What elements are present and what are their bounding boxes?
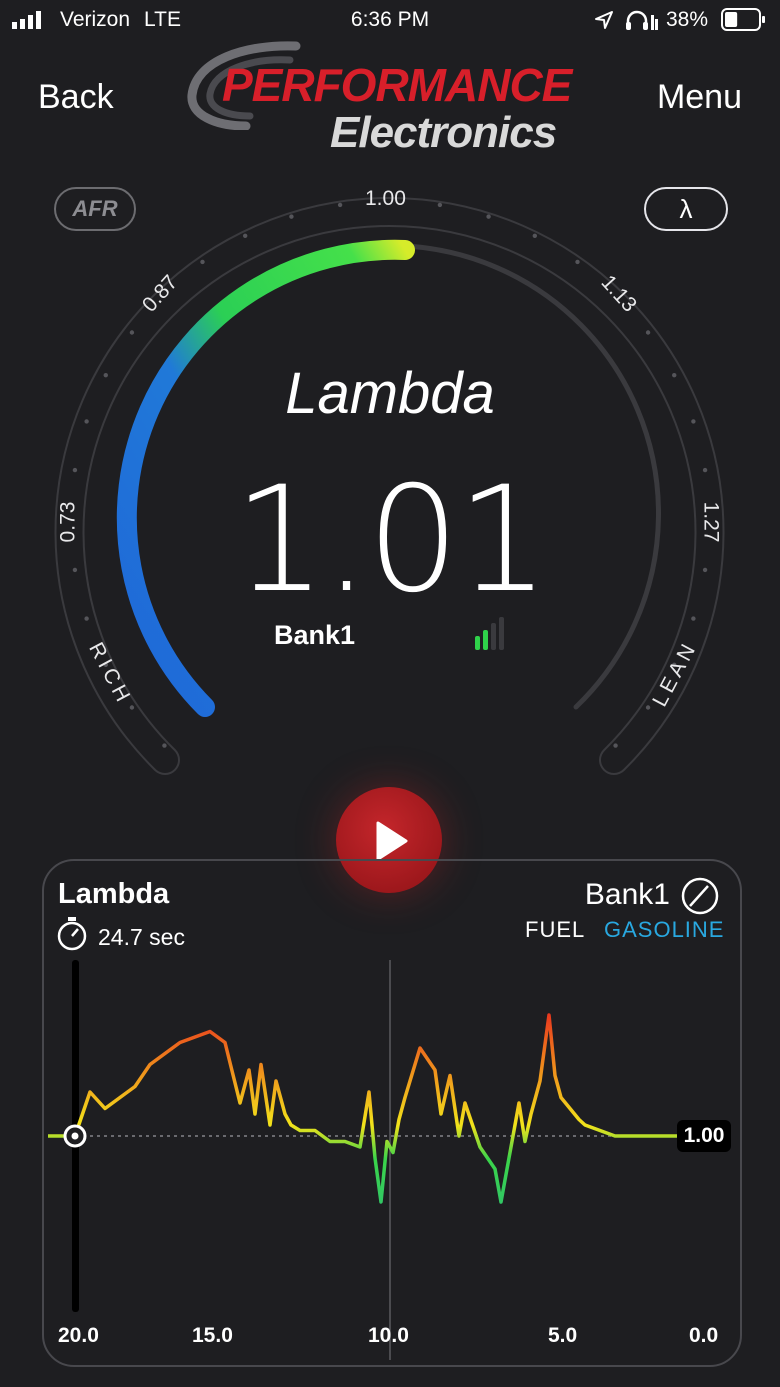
chart-duration: 24.7 sec (98, 924, 185, 950)
lambda-history-chart (48, 960, 680, 1360)
gauge-scale-top: 1.00 (365, 187, 406, 210)
gauge-tick-dot (337, 202, 343, 208)
headphones-icon (626, 10, 658, 30)
gauge-tick-dot (129, 705, 135, 710)
fuel-type-value: GASOLINE (604, 917, 725, 942)
clock: 6:36 PM (350, 8, 430, 31)
x-tick-label: 20.0 (58, 1324, 99, 1347)
gauge-tick-dot (486, 214, 491, 219)
x-tick-label: 0.0 (689, 1324, 719, 1347)
gauge-tick-dot (129, 330, 135, 335)
battery-icon (721, 8, 765, 31)
gauge-tick-dot (645, 330, 651, 335)
fuel-label: FUEL (525, 917, 586, 942)
chart-bank-label: Bank1 (584, 878, 670, 911)
chart-series (48, 1013, 680, 1204)
logo-top-text: PERFORMANCE (222, 59, 572, 111)
gauge-tick-dot (613, 743, 618, 748)
logo-bottom-text: Electronics (330, 108, 557, 157)
gauge-tick-dot (575, 259, 580, 265)
gauge-value: 1.01 (233, 455, 549, 625)
play-icon (376, 821, 408, 861)
gauge-tick-dot (532, 233, 538, 238)
gauge-tick-dot (437, 202, 443, 208)
gauge-tick-dot (289, 214, 294, 219)
x-tick-label: 5.0 (548, 1324, 578, 1347)
signal-strength-icon (475, 617, 504, 650)
gauge-mode-icon[interactable] (678, 876, 722, 916)
x-tick-label: 15.0 (192, 1324, 233, 1347)
gauge-tick-dot (242, 233, 248, 238)
battery-percent: 38% (665, 8, 708, 31)
gauge-tick-dot (162, 743, 167, 748)
back-button[interactable]: Back (38, 78, 114, 117)
gauge-bank-label: Bank1 (274, 620, 356, 650)
location-arrow-icon (595, 11, 613, 29)
reference-value-tag: 1.00 (677, 1120, 731, 1152)
x-tick-label: 10.0 (368, 1324, 409, 1347)
series-line (48, 1013, 680, 1204)
menu-button[interactable]: Menu (657, 78, 742, 117)
gauge-title: Lambda (285, 361, 495, 426)
status-bar: Verizon LTE 6:36 PM 38% (0, 0, 780, 40)
chart-title: Lambda (58, 878, 170, 910)
stopwatch-icon (57, 917, 87, 951)
gauge-tick-dot (645, 705, 651, 710)
gauge-tick-dot (200, 259, 205, 265)
